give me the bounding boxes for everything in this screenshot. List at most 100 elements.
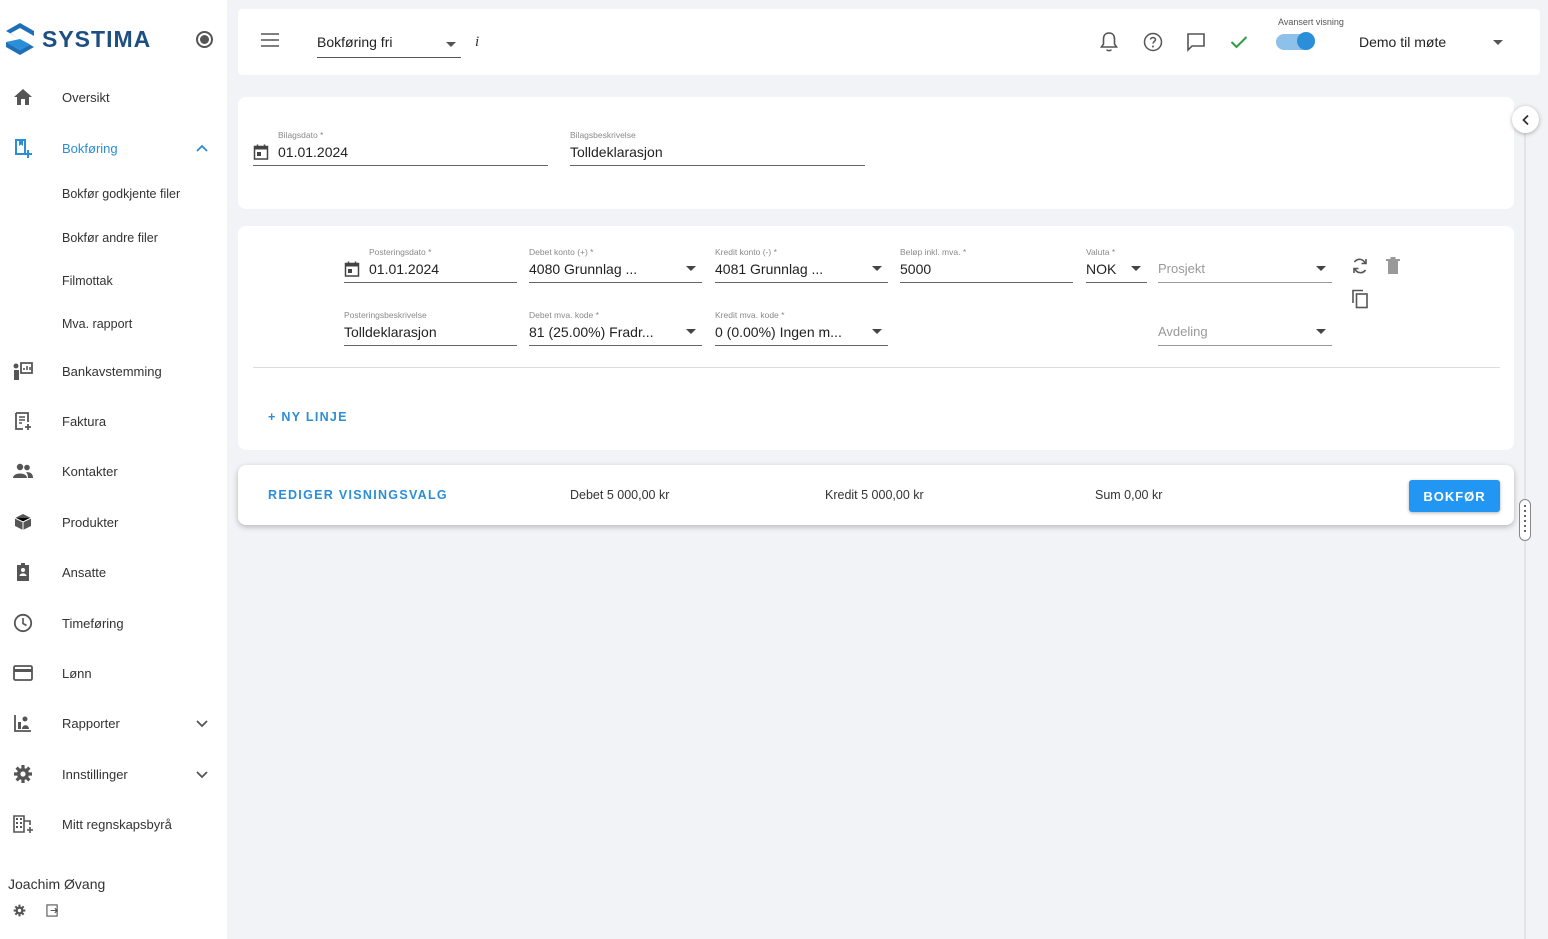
sidebar-item-faktura[interactable]: Faktura <box>0 406 227 436</box>
help-icon[interactable] <box>1142 31 1164 53</box>
sidebar-item-mitt-regnskapsbyra[interactable]: Mitt regnskapsbyrå <box>0 809 227 839</box>
products-icon <box>12 511 34 533</box>
posting-date-field[interactable]: Posteringsdato * 01.01.2024 <box>344 247 517 283</box>
advanced-view-toggle[interactable] <box>1276 32 1315 50</box>
record-icon[interactable] <box>196 31 213 48</box>
delete-icon[interactable] <box>1383 256 1403 276</box>
sidebar-item-kontakter[interactable]: Kontakter <box>0 456 227 486</box>
dropdown-caret-icon <box>1131 266 1141 271</box>
logo-text: SYSTIMA <box>42 25 152 52</box>
voucher-date-label: Bilagsdato * <box>278 130 324 140</box>
dropdown-caret-icon <box>686 329 696 334</box>
systima-logo-icon <box>6 23 34 55</box>
divider <box>253 367 1500 368</box>
sidebar-item-label: Ansatte <box>62 564 107 580</box>
credit-vat-code-value: 0 (0.00%) Ingen m... <box>715 324 842 340</box>
calendar-icon[interactable] <box>344 261 360 277</box>
check-icon[interactable] <box>1228 31 1250 53</box>
summary-bar: REDIGER VISNINGSVALG Debet 5 000,00 kr K… <box>238 465 1514 525</box>
project-select[interactable]: Prosjekt <box>1158 251 1332 283</box>
amount-field[interactable]: Beløp inkl. mva. * 5000 <box>900 247 1073 283</box>
employees-icon <box>12 561 34 583</box>
accounting-firm-icon <box>12 813 34 835</box>
credit-account-label: Kredit konto (-) * <box>715 247 777 257</box>
posting-description-value: Tolldeklarasjon <box>344 324 437 340</box>
chevron-down-icon[interactable] <box>194 715 210 731</box>
sidebar-subitem-mva-rapport[interactable]: Mva. rapport <box>62 317 132 331</box>
debit-vat-code-label: Debet mva. kode * <box>529 310 599 320</box>
voucher-description-value: Tolldeklarasjon <box>570 144 663 160</box>
info-icon[interactable]: i <box>475 34 479 51</box>
logo[interactable]: SYSTIMA <box>4 22 151 56</box>
dropdown-caret-icon <box>872 266 882 271</box>
bank-reconciliation-icon <box>12 360 34 382</box>
advanced-view-label: Avansert visning <box>1278 17 1344 27</box>
chevron-up-icon[interactable] <box>194 140 210 156</box>
panel-resize-handle[interactable] <box>1519 499 1531 541</box>
user-settings-gear-icon[interactable] <box>13 904 26 917</box>
voucher-header-card: Bilagsdato * 01.01.2024 Bilagsbeskrivels… <box>238 97 1514 209</box>
collapse-panel-button[interactable] <box>1512 106 1539 133</box>
debit-account-value: 4080 Grunnlag ... <box>529 261 638 277</box>
balance-sum: Sum 0,00 kr <box>1095 488 1163 502</box>
sidebar-item-label: Innstillinger <box>62 766 128 782</box>
user-actions <box>13 904 59 917</box>
sidebar-subitem-bokfor-andre-filer[interactable]: Bokfør andre filer <box>62 231 158 245</box>
page-type-select[interactable]: Bokføring fri <box>317 31 461 58</box>
new-line-button[interactable]: + NY LINJE <box>268 410 348 424</box>
refresh-icon[interactable] <box>1350 256 1370 276</box>
logout-icon[interactable] <box>46 904 59 917</box>
company-dropdown-caret-icon[interactable] <box>1493 40 1503 45</box>
sidebar-item-timeforing[interactable]: Timeføring <box>0 608 227 638</box>
credit-vat-code-select[interactable]: Kredit mva. kode * 0 (0.00%) Ingen m... <box>715 310 888 346</box>
company-select-value[interactable]: Demo til møte <box>1359 34 1446 50</box>
home-icon <box>12 86 34 108</box>
posting-description-field[interactable]: Posteringsbeskrivelse Tolldeklarasjon <box>344 310 517 346</box>
sidebar-item-produkter[interactable]: Produkter <box>0 507 227 537</box>
currency-value: NOK <box>1086 261 1117 277</box>
posting-description-label: Posteringsbeskrivelse <box>344 310 427 320</box>
top-bar: Bokføring fri i Avansert visning Demo ti… <box>238 9 1540 75</box>
sidebar-item-label: Bokføring <box>62 140 118 156</box>
voucher-description-field[interactable]: Bilagsbeskrivelse Tolldeklarasjon <box>570 130 865 166</box>
sidebar-item-bankavstemming[interactable]: Bankavstemming <box>0 356 227 386</box>
department-select[interactable]: Avdeling <box>1158 314 1332 346</box>
sidebar-item-label: Timeføring <box>62 615 124 631</box>
voucher-date-field[interactable]: Bilagsdato * 01.01.2024 <box>253 130 548 166</box>
dropdown-caret-icon <box>446 42 456 47</box>
currency-select[interactable]: Valuta * NOK <box>1086 247 1147 283</box>
debit-account-select[interactable]: Debet konto (+) * 4080 Grunnlag ... <box>529 247 702 283</box>
sidebar-item-label: Lønn <box>62 665 92 681</box>
page-type-select-value: Bokføring fri <box>317 34 393 50</box>
credit-account-value: 4081 Grunnlag ... <box>715 261 824 277</box>
sidebar-item-label: Rapporter <box>62 715 120 731</box>
chat-icon[interactable] <box>1185 31 1207 53</box>
copy-icon[interactable] <box>1350 289 1370 309</box>
project-placeholder: Prosjekt <box>1158 261 1205 276</box>
debit-vat-code-select[interactable]: Debet mva. kode * 81 (25.00%) Fradr... <box>529 310 702 346</box>
sidebar-subitem-bokfor-godkjente-filer[interactable]: Bokfør godkjente filer <box>62 187 180 201</box>
sidebar-item-rapporter[interactable]: Rapporter <box>0 708 227 738</box>
sidebar-item-lonn[interactable]: Lønn <box>0 658 227 688</box>
chevron-down-icon[interactable] <box>194 766 210 782</box>
contacts-icon <box>12 460 34 482</box>
credit-vat-code-label: Kredit mva. kode * <box>715 310 785 320</box>
sidebar-item-label: Mitt regnskapsbyrå <box>62 816 172 832</box>
sidebar-item-label: Bankavstemming <box>62 363 162 379</box>
sidebar-subitem-filmottak[interactable]: Filmottak <box>62 274 113 288</box>
credit-account-select[interactable]: Kredit konto (-) * 4081 Grunnlag ... <box>715 247 888 283</box>
currency-label: Valuta * <box>1086 247 1116 257</box>
sidebar-item-innstillinger[interactable]: Innstillinger <box>0 759 227 789</box>
chevron-left-icon <box>1521 114 1529 125</box>
sidebar-item-ansatte[interactable]: Ansatte <box>0 557 227 587</box>
dropdown-caret-icon <box>686 266 696 271</box>
sidebar-item-oversikt[interactable]: Oversikt <box>0 82 227 112</box>
calendar-icon[interactable] <box>253 144 269 160</box>
hamburger-menu-icon[interactable] <box>261 33 279 47</box>
sidebar-item-label: Produkter <box>62 514 119 530</box>
sidebar-item-bokforing[interactable]: Bokføring <box>0 133 227 163</box>
bookkeeping-icon <box>12 137 34 159</box>
post-button[interactable]: BOKFØR <box>1409 480 1500 512</box>
edit-view-options-button[interactable]: REDIGER VISNINGSVALG <box>268 488 448 502</box>
bell-icon[interactable] <box>1098 31 1120 53</box>
